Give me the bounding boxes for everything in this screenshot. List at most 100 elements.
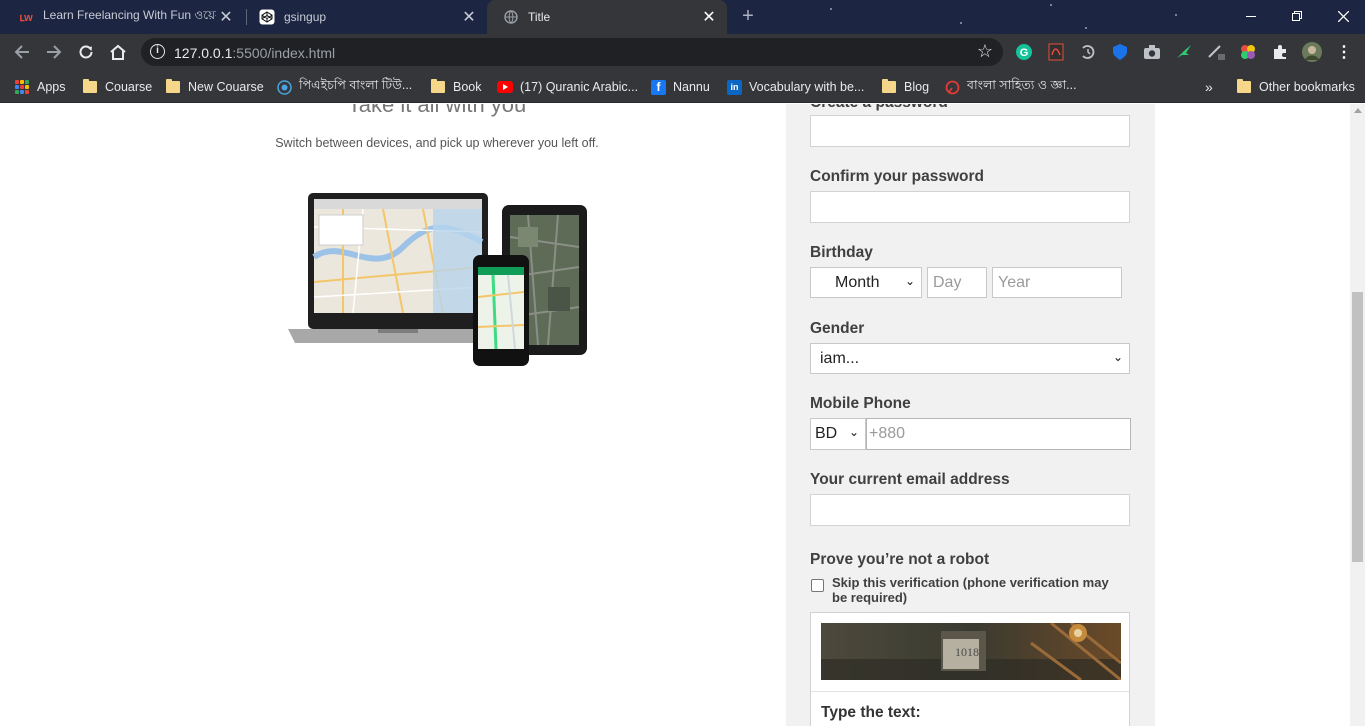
bookmark-bangla-sahitya[interactable]: বাংলা সাহিত্য ও জ্ঞা...: [944, 77, 1077, 97]
close-window-icon[interactable]: [1320, 0, 1365, 32]
hummingbird-icon[interactable]: [1174, 42, 1194, 62]
bookmark-quranic-arabic[interactable]: (17) Quranic Arabic...: [497, 77, 638, 97]
svg-text:G: G: [1020, 47, 1029, 59]
home-icon[interactable]: [104, 38, 132, 66]
shield-icon[interactable]: [1110, 42, 1130, 62]
bookmark-label: Blog: [904, 80, 930, 94]
scroll-thumb[interactable]: [1352, 292, 1363, 562]
tab-gsingup[interactable]: gsingup ✕: [243, 0, 487, 34]
tab-title-active[interactable]: Title ✕: [487, 0, 727, 34]
new-tab-button[interactable]: +: [737, 5, 759, 27]
bookmark-blog[interactable]: Blog: [881, 77, 929, 97]
gender-select[interactable]: iam... ⌄: [810, 343, 1130, 374]
camera-icon[interactable]: [1142, 42, 1162, 62]
promo-title: Take it all with you: [347, 104, 527, 117]
month-value: Month: [835, 273, 880, 291]
pdf-icon[interactable]: [1046, 42, 1066, 62]
menu-kebab-icon[interactable]: ⋮: [1334, 42, 1354, 62]
bookmark-other[interactable]: Other bookmarks: [1236, 77, 1355, 97]
tab-title: gsingup: [284, 10, 327, 24]
more-bookmarks-chevron[interactable]: »: [1205, 77, 1213, 97]
history-icon[interactable]: [1078, 42, 1098, 62]
tab-strip: ւw Learn Freelancing With Fun ওয়েব ✕ gs…: [0, 0, 1365, 34]
bookmark-new-couarse[interactable]: New Couarse: [165, 77, 264, 97]
grammarly-icon[interactable]: G: [1014, 42, 1034, 62]
birth-day-field[interactable]: Day: [927, 267, 987, 298]
lwf-logo-icon: ւw: [19, 11, 33, 24]
color-picker-icon[interactable]: [1238, 42, 1258, 62]
globe-icon: [503, 9, 519, 25]
country-code-select[interactable]: BD ⌄: [810, 418, 866, 450]
bookmark-nannu[interactable]: f Nannu: [651, 77, 710, 97]
bookmark-star-icon[interactable]: ☆: [977, 41, 993, 62]
bookmark-label: New Couarse: [188, 80, 264, 94]
linkedin-icon: in: [727, 79, 742, 95]
phone-number-field[interactable]: +880: [866, 418, 1131, 450]
bookmark-book[interactable]: Book: [430, 77, 482, 97]
confirm-password-label: Confirm your password: [810, 168, 984, 185]
decor-star: [1175, 14, 1177, 16]
bookmark-php-bangla[interactable]: পিএইচপি বাংলা টিউ...: [276, 77, 412, 97]
folder-icon: [881, 79, 897, 94]
bookmark-label: Nannu: [673, 80, 710, 94]
promo-subtitle: Switch between devices, and pick up wher…: [275, 136, 599, 150]
minimize-icon[interactable]: [1228, 0, 1274, 32]
site-icon: [944, 80, 960, 94]
back-arrow-icon[interactable]: [8, 38, 36, 66]
decor-star: [1050, 4, 1052, 6]
forward-arrow-icon[interactable]: [40, 38, 68, 66]
bookmark-label: Couarse: [105, 80, 153, 94]
bookmark-couarse[interactable]: Couarse: [82, 77, 152, 97]
apps-grid-icon: [14, 80, 30, 94]
create-password-label: Create a password: [810, 104, 948, 112]
tab-title: Title: [528, 10, 551, 24]
close-tab-icon[interactable]: ✕: [459, 7, 479, 27]
robot-check-label: Prove you’re not a robot: [810, 551, 990, 568]
bookmark-label: Other bookmarks: [1259, 80, 1355, 94]
tab-learn-freelancing[interactable]: ւw Learn Freelancing With Fun ওয়েব ✕: [2, 0, 244, 34]
bookmark-apps[interactable]: Apps: [14, 77, 66, 97]
create-password-field[interactable]: [810, 115, 1130, 147]
skip-verification-checkbox[interactable]: [811, 579, 824, 592]
bookmark-vocabulary[interactable]: in Vocabulary with be...: [727, 77, 864, 97]
confirm-password-field[interactable]: [810, 191, 1130, 223]
scroll-up-arrow-icon[interactable]: [1354, 108, 1362, 113]
gender-value: iam...: [820, 349, 860, 367]
folder-icon: [82, 79, 98, 94]
extensions-puzzle-icon[interactable]: [1270, 42, 1290, 62]
bookmark-label: Book: [453, 80, 482, 94]
pencil-icon[interactable]: [1206, 42, 1226, 62]
captcha-box: 1018 Type the text:: [810, 612, 1130, 726]
close-tab-icon[interactable]: ✕: [216, 7, 236, 27]
page-scrollbar[interactable]: [1350, 104, 1365, 726]
email-label: Your current email address: [810, 471, 1010, 488]
decor-star: [830, 8, 832, 10]
birth-month-select[interactable]: Month ⌄: [810, 267, 922, 298]
youtube-icon: [497, 80, 513, 94]
divider: [811, 691, 1129, 692]
folder-icon: [430, 79, 446, 94]
bookmark-label: বাংলা সাহিত্য ও জ্ঞা...: [967, 78, 1077, 92]
restore-icon[interactable]: [1274, 0, 1320, 32]
folder-icon: [165, 79, 181, 94]
facebook-icon: f: [651, 79, 666, 95]
page-viewport: Take it all with you Switch between devi…: [0, 104, 1350, 726]
birth-year-field[interactable]: Year: [992, 267, 1122, 298]
devices-illustration: [283, 187, 593, 369]
bookmark-label: পিএইচপি বাংলা টিউ...: [299, 78, 413, 92]
reload-icon[interactable]: [72, 38, 100, 66]
url-text[interactable]: 127.0.0.1:5500/index.html: [174, 45, 335, 61]
site-info-icon[interactable]: i: [150, 44, 165, 59]
profile-avatar-icon[interactable]: [1302, 42, 1322, 62]
bookmark-label: Vocabulary with be...: [749, 80, 865, 94]
email-field[interactable]: [810, 494, 1130, 526]
url-path: :5500/index.html: [232, 45, 336, 61]
tab-title: Learn Freelancing With Fun ওয়েব: [43, 8, 216, 22]
browser-toolbar: i 127.0.0.1:5500/index.html ☆ G ⋮: [0, 34, 1365, 70]
mobile-phone-label: Mobile Phone: [810, 395, 911, 412]
address-bar[interactable]: i 127.0.0.1:5500/index.html ☆: [141, 38, 1003, 66]
type-text-label: Type the text:: [821, 704, 921, 721]
close-tab-icon[interactable]: ✕: [699, 7, 719, 27]
bookmarks-bar: Apps Couarse New Couarse পিএইচপি বাংলা ট…: [0, 70, 1365, 103]
chevron-down-icon: ⌄: [904, 274, 915, 288]
